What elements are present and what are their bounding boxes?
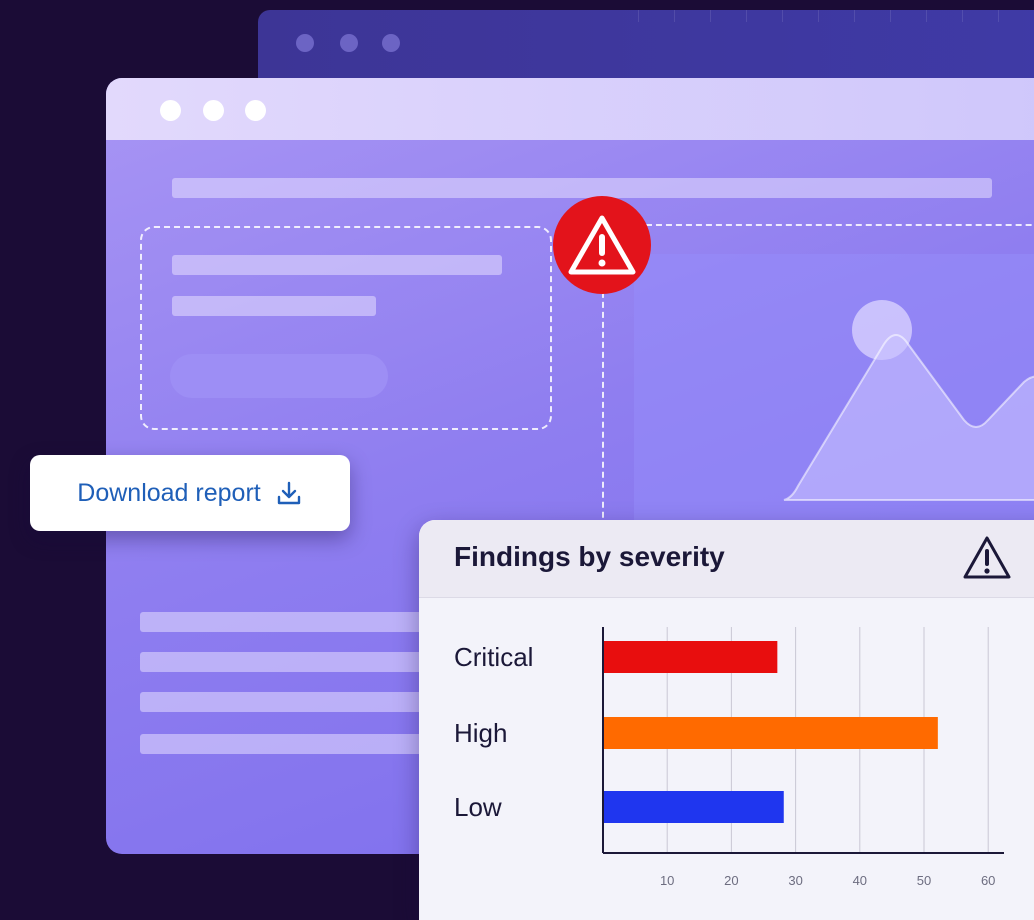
window-grid-decoration [638, 10, 1034, 22]
window-control-dot [296, 34, 314, 52]
findings-title: Findings by severity [454, 541, 725, 572]
category-label: Low [454, 792, 502, 822]
placeholder-text-line [172, 255, 502, 275]
category-label: High [454, 718, 507, 748]
window-control-dot [203, 100, 224, 121]
placeholder-button[interactable] [170, 354, 388, 398]
x-tick-label: 30 [788, 873, 802, 888]
severity-bar-chart: 10 20 30 40 50 60 Critical High Low [454, 627, 1004, 888]
placeholder-text-line [140, 612, 440, 632]
findings-header: Findings by severity [419, 520, 1034, 598]
placeholder-text-line [140, 734, 440, 754]
bar-high [604, 717, 938, 749]
window-control-dot [245, 100, 266, 121]
findings-card: Findings by severity 10 20 30 40 50 60 Critica… [419, 520, 1034, 920]
placeholder-text-line [172, 296, 376, 316]
alert-badge[interactable] [553, 196, 651, 294]
placeholder-header-bar [172, 178, 992, 198]
warning-triangle-icon [963, 536, 1011, 579]
download-report-button[interactable]: Download report [30, 455, 350, 531]
x-tick-label: 40 [853, 873, 867, 888]
category-label: Critical [454, 642, 533, 672]
x-tick-label: 60 [981, 873, 995, 888]
window-control-dot [160, 100, 181, 121]
x-tick-label: 20 [724, 873, 738, 888]
bar-critical [604, 641, 778, 673]
placeholder-text-line [140, 652, 440, 672]
download-icon [277, 481, 300, 505]
window-titlebar [106, 78, 1034, 140]
window-control-dot [340, 34, 358, 52]
placeholder-text-line [140, 692, 440, 712]
window-control-dot [382, 34, 400, 52]
warning-triangle-icon [568, 215, 636, 275]
bar-low [604, 791, 784, 823]
x-tick-label: 10 [660, 873, 674, 888]
x-tick-label: 50 [917, 873, 931, 888]
download-report-label: Download report [77, 478, 261, 507]
